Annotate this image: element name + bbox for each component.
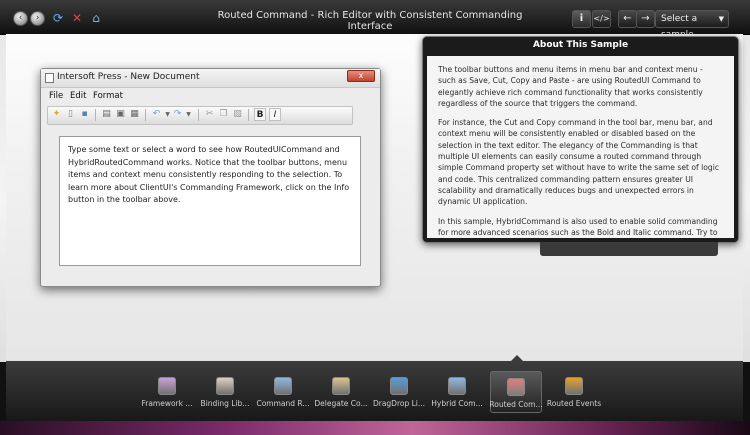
- sample-dock: Framework ... Binding Lib... Command R..…: [6, 361, 743, 421]
- dock-item-label: Routed Events: [546, 399, 602, 408]
- menu-bar: File Edit Format: [41, 88, 380, 104]
- routed-command-icon: [507, 378, 525, 396]
- chevron-down-icon[interactable]: ▼: [183, 109, 194, 120]
- dock-item-label: Hybrid Com...: [431, 399, 483, 408]
- forward-circle-icon[interactable]: ›: [30, 11, 45, 26]
- menu-edit[interactable]: Edit: [70, 91, 86, 101]
- bottom-glow: [0, 421, 750, 435]
- home-icon[interactable]: ⌂: [89, 11, 103, 25]
- editor-toolbar: ✦ ▯ ▪ ▤ ▣ ▦ ↶ ▼ ↷ ▼ ✂ ❐ ▧ B I: [47, 106, 353, 125]
- print-icon[interactable]: ▤: [101, 109, 112, 120]
- binding-library-icon: [216, 377, 234, 395]
- about-paragraph: In this sample, HybridCommand is also us…: [438, 216, 718, 237]
- view-source-button[interactable]: </>: [592, 10, 611, 28]
- save-icon[interactable]: ▪: [79, 109, 90, 120]
- info-icon: i: [579, 13, 584, 24]
- toolbar-separator: [145, 109, 146, 121]
- top-bar: ‹ › ⟳ ✕ ⌂ Routed Command - Rich Editor w…: [0, 0, 750, 40]
- open-icon[interactable]: ▯: [65, 109, 76, 120]
- cut-icon[interactable]: ✂: [204, 109, 215, 120]
- delegate-command-icon: [332, 377, 350, 395]
- new-document-icon[interactable]: ✦: [51, 109, 62, 120]
- select-sample-dropdown[interactable]: Select a sample ▼: [655, 10, 729, 40]
- hybrid-command-icon: [448, 377, 466, 395]
- app-title: Routed Command - Rich Editor with Consis…: [217, 10, 523, 32]
- stop-icon[interactable]: ✕: [70, 11, 84, 25]
- dock-item-command-reference[interactable]: Command R...: [256, 371, 310, 413]
- editor-window[interactable]: Intersoft Press - New Document x File Ed…: [40, 68, 381, 287]
- editor-window-title: Intersoft Press - New Document: [57, 72, 200, 82]
- document-icon: [45, 73, 54, 83]
- chevron-down-icon: ▼: [718, 15, 724, 23]
- bold-button[interactable]: B: [254, 108, 266, 121]
- refresh-icon[interactable]: ⟳: [51, 11, 65, 25]
- italic-button[interactable]: I: [269, 108, 281, 121]
- previous-sample-button[interactable]: ←: [618, 10, 637, 28]
- about-panel: About This Sample The toolbar buttons an…: [422, 36, 739, 243]
- framework-icon: [158, 377, 176, 395]
- page: ‹ › ⟳ ✕ ⌂ Routed Command - Rich Editor w…: [0, 0, 750, 435]
- close-icon: x: [358, 71, 364, 80]
- dock-item-hybrid-command[interactable]: Hybrid Com...: [431, 371, 483, 413]
- editor-titlebar[interactable]: Intersoft Press - New Document x: [41, 69, 380, 88]
- info-button[interactable]: i: [572, 10, 591, 28]
- code-icon: </>: [593, 14, 610, 23]
- page-setup-icon[interactable]: ▦: [129, 109, 140, 120]
- dragdrop-library-icon: [390, 377, 408, 395]
- command-reference-icon: [274, 377, 292, 395]
- copy-icon[interactable]: ❐: [218, 109, 229, 120]
- about-paragraph: The toolbar buttons and menu items in me…: [438, 65, 703, 108]
- dock-item-delegate-command[interactable]: Delegate Co...: [314, 371, 368, 413]
- arrow-left-icon: ←: [623, 13, 632, 24]
- toolbar-separator: [95, 109, 96, 121]
- about-title: About This Sample: [532, 40, 629, 50]
- dock-item-framework[interactable]: Framework ...: [141, 371, 193, 413]
- about-body[interactable]: The toolbar buttons and menu items in me…: [427, 56, 734, 238]
- next-sample-button[interactable]: →: [636, 10, 655, 28]
- back-circle-icon[interactable]: ‹: [13, 11, 28, 26]
- text-editor[interactable]: Type some text or select a word to see h…: [59, 136, 361, 266]
- toolbar-separator: [198, 109, 199, 121]
- about-paragraph: For instance, the Cut and Copy command i…: [438, 118, 719, 207]
- about-panel-footer: [540, 242, 718, 256]
- menu-format[interactable]: Format: [93, 91, 123, 101]
- redo-icon[interactable]: ↷: [172, 109, 183, 120]
- paste-icon[interactable]: ▧: [232, 109, 243, 120]
- dock-item-routed-events[interactable]: Routed Events: [547, 371, 601, 413]
- arrow-right-icon: →: [641, 13, 650, 24]
- menu-file[interactable]: File: [49, 91, 63, 101]
- dock-item-dragdrop-library[interactable]: DragDrop Li...: [373, 371, 425, 413]
- close-button[interactable]: x: [347, 70, 375, 82]
- dock-item-binding-library[interactable]: Binding Lib...: [199, 371, 251, 413]
- undo-icon[interactable]: ↶: [151, 109, 162, 120]
- routed-events-icon: [565, 377, 583, 395]
- dock-item-routed-command[interactable]: Routed Com...: [489, 371, 543, 413]
- print-preview-icon[interactable]: ▣: [115, 109, 126, 120]
- toolbar-separator: [248, 109, 249, 121]
